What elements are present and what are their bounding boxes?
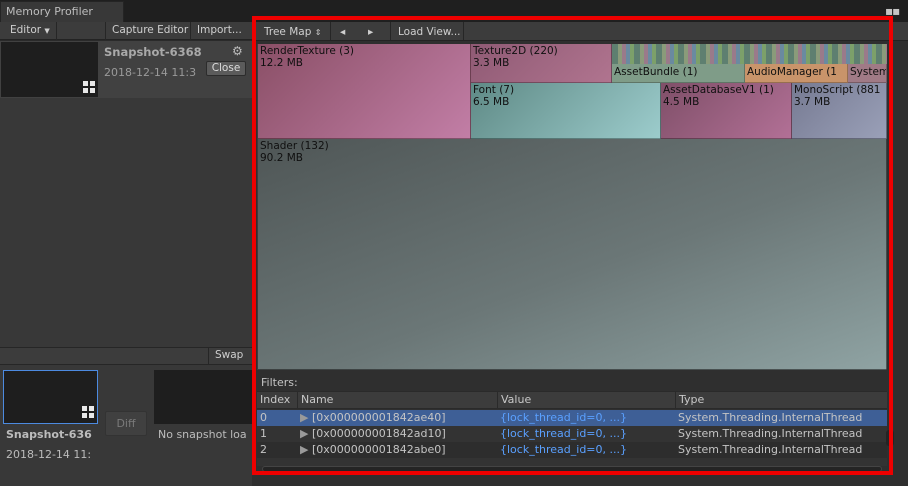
view-mode-label: Tree Map xyxy=(264,26,312,38)
treemap-cell-system[interactable]: System xyxy=(848,64,887,83)
snapshot-b-slot[interactable] xyxy=(154,370,252,424)
row-index: 0 xyxy=(260,411,267,424)
windows-platform-icon xyxy=(82,406,94,418)
treemap-cell-label: RenderTexture (3) xyxy=(260,45,355,57)
treemap-cell-size: 3.3 MB xyxy=(473,57,510,69)
treemap-cell-label: MonoScript (881 xyxy=(794,84,881,96)
treemap-cell-size: 12.2 MB xyxy=(260,57,303,69)
forward-arrow-icon[interactable]: ▸ xyxy=(362,24,379,42)
row-name-text: [0x000000001842ad10] xyxy=(311,427,446,440)
snapshot-name: Snapshot-6368 xyxy=(104,45,202,59)
treemap-cell-monoscript[interactable]: MonoScript (881 3.7 MB xyxy=(792,83,887,139)
treemap-cell-label: Texture2D (220) xyxy=(473,45,558,57)
treemap-cell-size: 4.5 MB xyxy=(663,96,700,108)
table-row[interactable]: 2 ▶ [0x000000001842abe0] {lock_thread_id… xyxy=(257,442,887,458)
row-type: System.Threading.InternalThread xyxy=(678,443,863,456)
snapshot-a-name: Snapshot-636 xyxy=(6,428,92,441)
toolbar-divider xyxy=(463,22,464,40)
table-row[interactable]: 0 ▶ [0x000000001842ae40] {lock_thread_id… xyxy=(257,410,887,426)
row-type: System.Threading.InternalThread xyxy=(678,427,863,440)
expand-arrow-icon[interactable]: ▶ xyxy=(300,443,312,456)
no-snapshot-label: No snapshot loa xyxy=(158,428,247,441)
window-menu-icon[interactable]: ▪▪ xyxy=(885,4,900,18)
column-header-index[interactable]: Index xyxy=(257,391,297,409)
table-row[interactable]: 1 ▶ [0x000000001842ad10] {lock_thread_id… xyxy=(257,426,887,442)
row-index: 1 xyxy=(260,427,267,440)
gear-icon[interactable]: ⚙ xyxy=(232,44,243,58)
treemap-cell-assetbundle[interactable]: AssetBundle (1) xyxy=(612,64,745,83)
treemap-cell-font[interactable]: Font (7) 6.5 MB xyxy=(471,83,661,139)
filters-label: Filters: xyxy=(261,376,298,389)
editor-dropdown-label: Editor xyxy=(10,24,42,36)
row-value-link[interactable]: {lock_thread_id=0, ...} xyxy=(497,426,675,442)
capture-editor-button[interactable]: Capture Editor xyxy=(106,22,194,40)
row-value-link[interactable]: {lock_thread_id=0, ...} xyxy=(497,442,675,458)
table-row-partial xyxy=(257,458,887,466)
row-name: ▶ [0x000000001842abe0] xyxy=(297,442,497,458)
toolbar-divider xyxy=(330,22,331,40)
treemap-small-cells[interactable] xyxy=(612,44,887,64)
treemap-cell-assetdatabasev1[interactable]: AssetDatabaseV1 (1) 4.5 MB xyxy=(661,83,792,139)
window-tab-strip xyxy=(0,0,908,22)
row-value-link[interactable]: {lock_thread_id=0, ...} xyxy=(497,410,675,426)
row-name: ▶ [0x000000001842ad10] xyxy=(297,426,497,442)
toolbar-divider xyxy=(56,22,57,40)
load-view-button[interactable]: Load View... xyxy=(392,24,467,42)
treemap-cell-texture2d[interactable]: Texture2D (220) 3.3 MB xyxy=(471,44,612,83)
snapshot-date: 2018-12-14 11:3 xyxy=(104,66,197,79)
column-header-name[interactable]: Name xyxy=(297,391,497,409)
snapshot-a-date: 2018-12-14 11: xyxy=(6,448,92,461)
vertical-scrollbar[interactable] xyxy=(886,430,894,446)
treemap-cell-label: AssetDatabaseV1 (1) xyxy=(663,84,774,96)
treemap-cell-shader[interactable]: Shader (132) 90.2 MB xyxy=(258,139,887,370)
row-name: ▶ [0x000000001842ae40] xyxy=(297,410,497,426)
treemap-cell-label: Shader (132) xyxy=(260,140,329,152)
expand-arrow-icon[interactable]: ▶ xyxy=(300,427,312,440)
expand-arrow-icon[interactable]: ▶ xyxy=(300,411,312,424)
close-button[interactable]: Close xyxy=(206,61,246,76)
toolbar-divider xyxy=(390,22,391,40)
dropdown-arrow-icon: ▼ xyxy=(44,27,50,35)
import-button[interactable]: Import... xyxy=(191,22,248,40)
horizontal-scrollbar[interactable] xyxy=(262,466,882,472)
treemap-cell-rendertexture[interactable]: RenderTexture (3) 12.2 MB xyxy=(258,44,471,139)
view-mode-dropdown[interactable]: Tree Map ⇕ xyxy=(258,24,327,42)
treemap-cell-label: Font (7) xyxy=(473,84,515,96)
window-tab-memory-profiler[interactable]: Memory Profiler xyxy=(0,1,124,22)
treemap-cell-audiomanager[interactable]: AudioManager (1 xyxy=(745,64,848,83)
editor-dropdown[interactable]: Editor ▼ xyxy=(4,22,56,40)
treemap-cell-size: 3.7 MB xyxy=(794,96,831,108)
swap-button[interactable]: Swap xyxy=(209,347,249,365)
column-header-type[interactable]: Type xyxy=(675,391,887,409)
back-arrow-icon[interactable]: ◂ xyxy=(334,24,351,42)
row-name-text: [0x000000001842ae40] xyxy=(311,411,446,424)
diff-button[interactable]: Diff xyxy=(105,411,147,436)
windows-platform-icon xyxy=(83,81,95,93)
column-header-value[interactable]: Value xyxy=(497,391,675,409)
row-type: System.Threading.InternalThread xyxy=(678,411,863,424)
dropdown-arrow-icon: ⇕ xyxy=(314,28,322,37)
row-name-text: [0x000000001842abe0] xyxy=(311,443,446,456)
treemap-cell-size: 6.5 MB xyxy=(473,96,510,108)
treemap-cell-size: 90.2 MB xyxy=(260,152,303,164)
row-index: 2 xyxy=(260,443,267,456)
